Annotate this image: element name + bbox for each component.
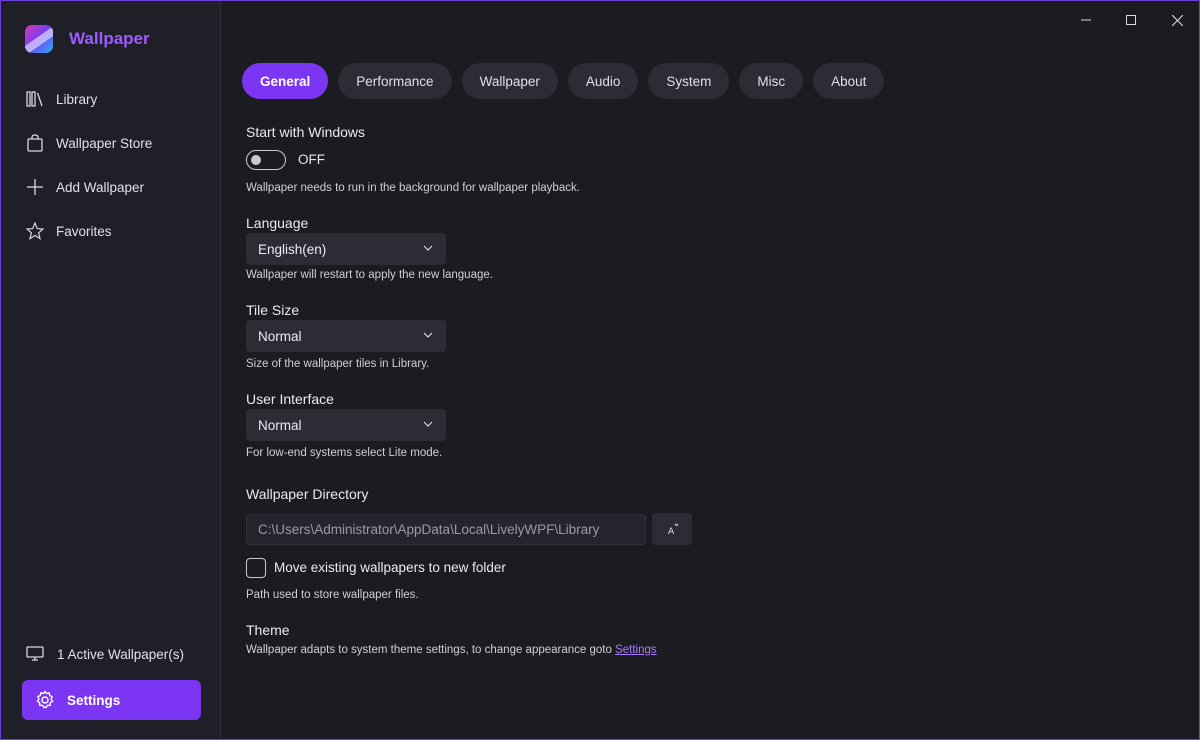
tab-misc[interactable]: Misc (739, 63, 804, 99)
move-wallpapers-label: Move existing wallpapers to new folder (274, 560, 506, 575)
toggle-state-label: OFF (298, 152, 325, 167)
sidebar-nav: Library Wallpaper Store Add Wallpaper Fa… (1, 77, 221, 253)
tab-audio[interactable]: Audio (567, 63, 639, 99)
maximize-button[interactable] (1108, 1, 1154, 39)
tab-general[interactable]: General (242, 63, 329, 99)
user-interface-hint: For low-end systems select Lite mode. (246, 447, 443, 459)
star-icon (25, 221, 45, 241)
start-with-windows-title: Start with Windows (246, 124, 366, 140)
sidebar-item-add-wallpaper[interactable]: Add Wallpaper (1, 165, 221, 209)
library-icon (25, 89, 45, 109)
user-interface-title: User Interface (246, 391, 334, 407)
language-hint: Wallpaper will restart to apply the new … (246, 269, 493, 281)
wallpaper-directory-hint: Path used to store wallpaper files. (246, 589, 419, 601)
plus-icon (25, 177, 45, 197)
tab-system[interactable]: System (648, 63, 730, 99)
active-wallpapers-button[interactable]: 1 Active Wallpaper(s) (25, 644, 184, 664)
language-value: English(en) (258, 241, 327, 257)
chevron-down-icon (423, 245, 433, 251)
sidebar-item-library[interactable]: Library (1, 77, 221, 121)
app-window: Wallpaper Library Wallpaper Store Add Wa… (0, 0, 1200, 740)
user-interface-select[interactable]: Normal (246, 409, 446, 441)
gear-icon (35, 690, 55, 710)
minimize-button[interactable] (1063, 1, 1109, 39)
tile-size-select[interactable]: Normal (246, 320, 446, 352)
sidebar-item-label: Wallpaper Store (56, 135, 153, 151)
tab-about[interactable]: About (813, 63, 885, 99)
sidebar-item-wallpaper-store[interactable]: Wallpaper Store (1, 121, 221, 165)
sidebar-item-label: Add Wallpaper (56, 179, 145, 195)
sidebar-item-settings[interactable]: Settings (22, 680, 201, 720)
theme-hint: Wallpaper adapts to system theme setting… (246, 644, 616, 656)
start-with-windows-hint: Wallpaper needs to run in the background… (246, 182, 580, 194)
browse-folder-button[interactable]: A (652, 513, 692, 545)
tab-performance[interactable]: Performance (338, 63, 452, 99)
store-bag-icon (25, 133, 45, 153)
chevron-down-icon (423, 421, 433, 427)
sidebar: Wallpaper Library Wallpaper Store Add Wa… (1, 1, 221, 739)
active-wallpapers-label: 1 Active Wallpaper(s) (57, 646, 185, 662)
app-logo-icon (25, 25, 53, 53)
theme-hint-row: Wallpaper adapts to system theme setting… (246, 644, 657, 656)
tile-size-title: Tile Size (246, 302, 300, 318)
wallpaper-directory-path: C:\Users\Administrator\AppData\Local\Liv… (258, 522, 600, 537)
language-select[interactable]: English(en) (246, 233, 446, 265)
wallpaper-directory-input[interactable]: C:\Users\Administrator\AppData\Local\Liv… (246, 514, 646, 545)
settings-tabs: General Performance Wallpaper Audio Syst… (242, 63, 894, 99)
sidebar-item-label: Library (56, 91, 98, 107)
tab-wallpaper[interactable]: Wallpaper (461, 63, 558, 99)
theme-settings-link[interactable]: Settings (615, 644, 657, 656)
theme-title: Theme (246, 622, 290, 638)
minimize-icon (1081, 19, 1091, 21)
close-icon (1171, 14, 1183, 26)
wallpaper-directory-title: Wallpaper Directory (246, 486, 369, 502)
settings-label: Settings (67, 692, 121, 708)
tile-size-hint: Size of the wallpaper tiles in Library. (246, 358, 430, 370)
language-title: Language (246, 215, 309, 231)
maximize-icon (1126, 15, 1136, 25)
font-folder-icon: A (668, 523, 679, 536)
user-interface-value: Normal (258, 417, 302, 433)
toggle-knob (251, 155, 261, 165)
sidebar-item-favorites[interactable]: Favorites (1, 209, 221, 253)
sidebar-item-label: Favorites (56, 223, 112, 239)
chevron-down-icon (423, 332, 433, 338)
monitor-icon (25, 644, 45, 664)
svg-text:A: A (668, 527, 675, 536)
start-with-windows-toggle[interactable] (246, 150, 286, 170)
app-name: Wallpaper (69, 29, 150, 48)
move-wallpapers-checkbox[interactable] (246, 558, 266, 578)
close-button[interactable] (1154, 1, 1200, 39)
tile-size-value: Normal (258, 328, 302, 344)
brand: Wallpaper (25, 25, 150, 53)
